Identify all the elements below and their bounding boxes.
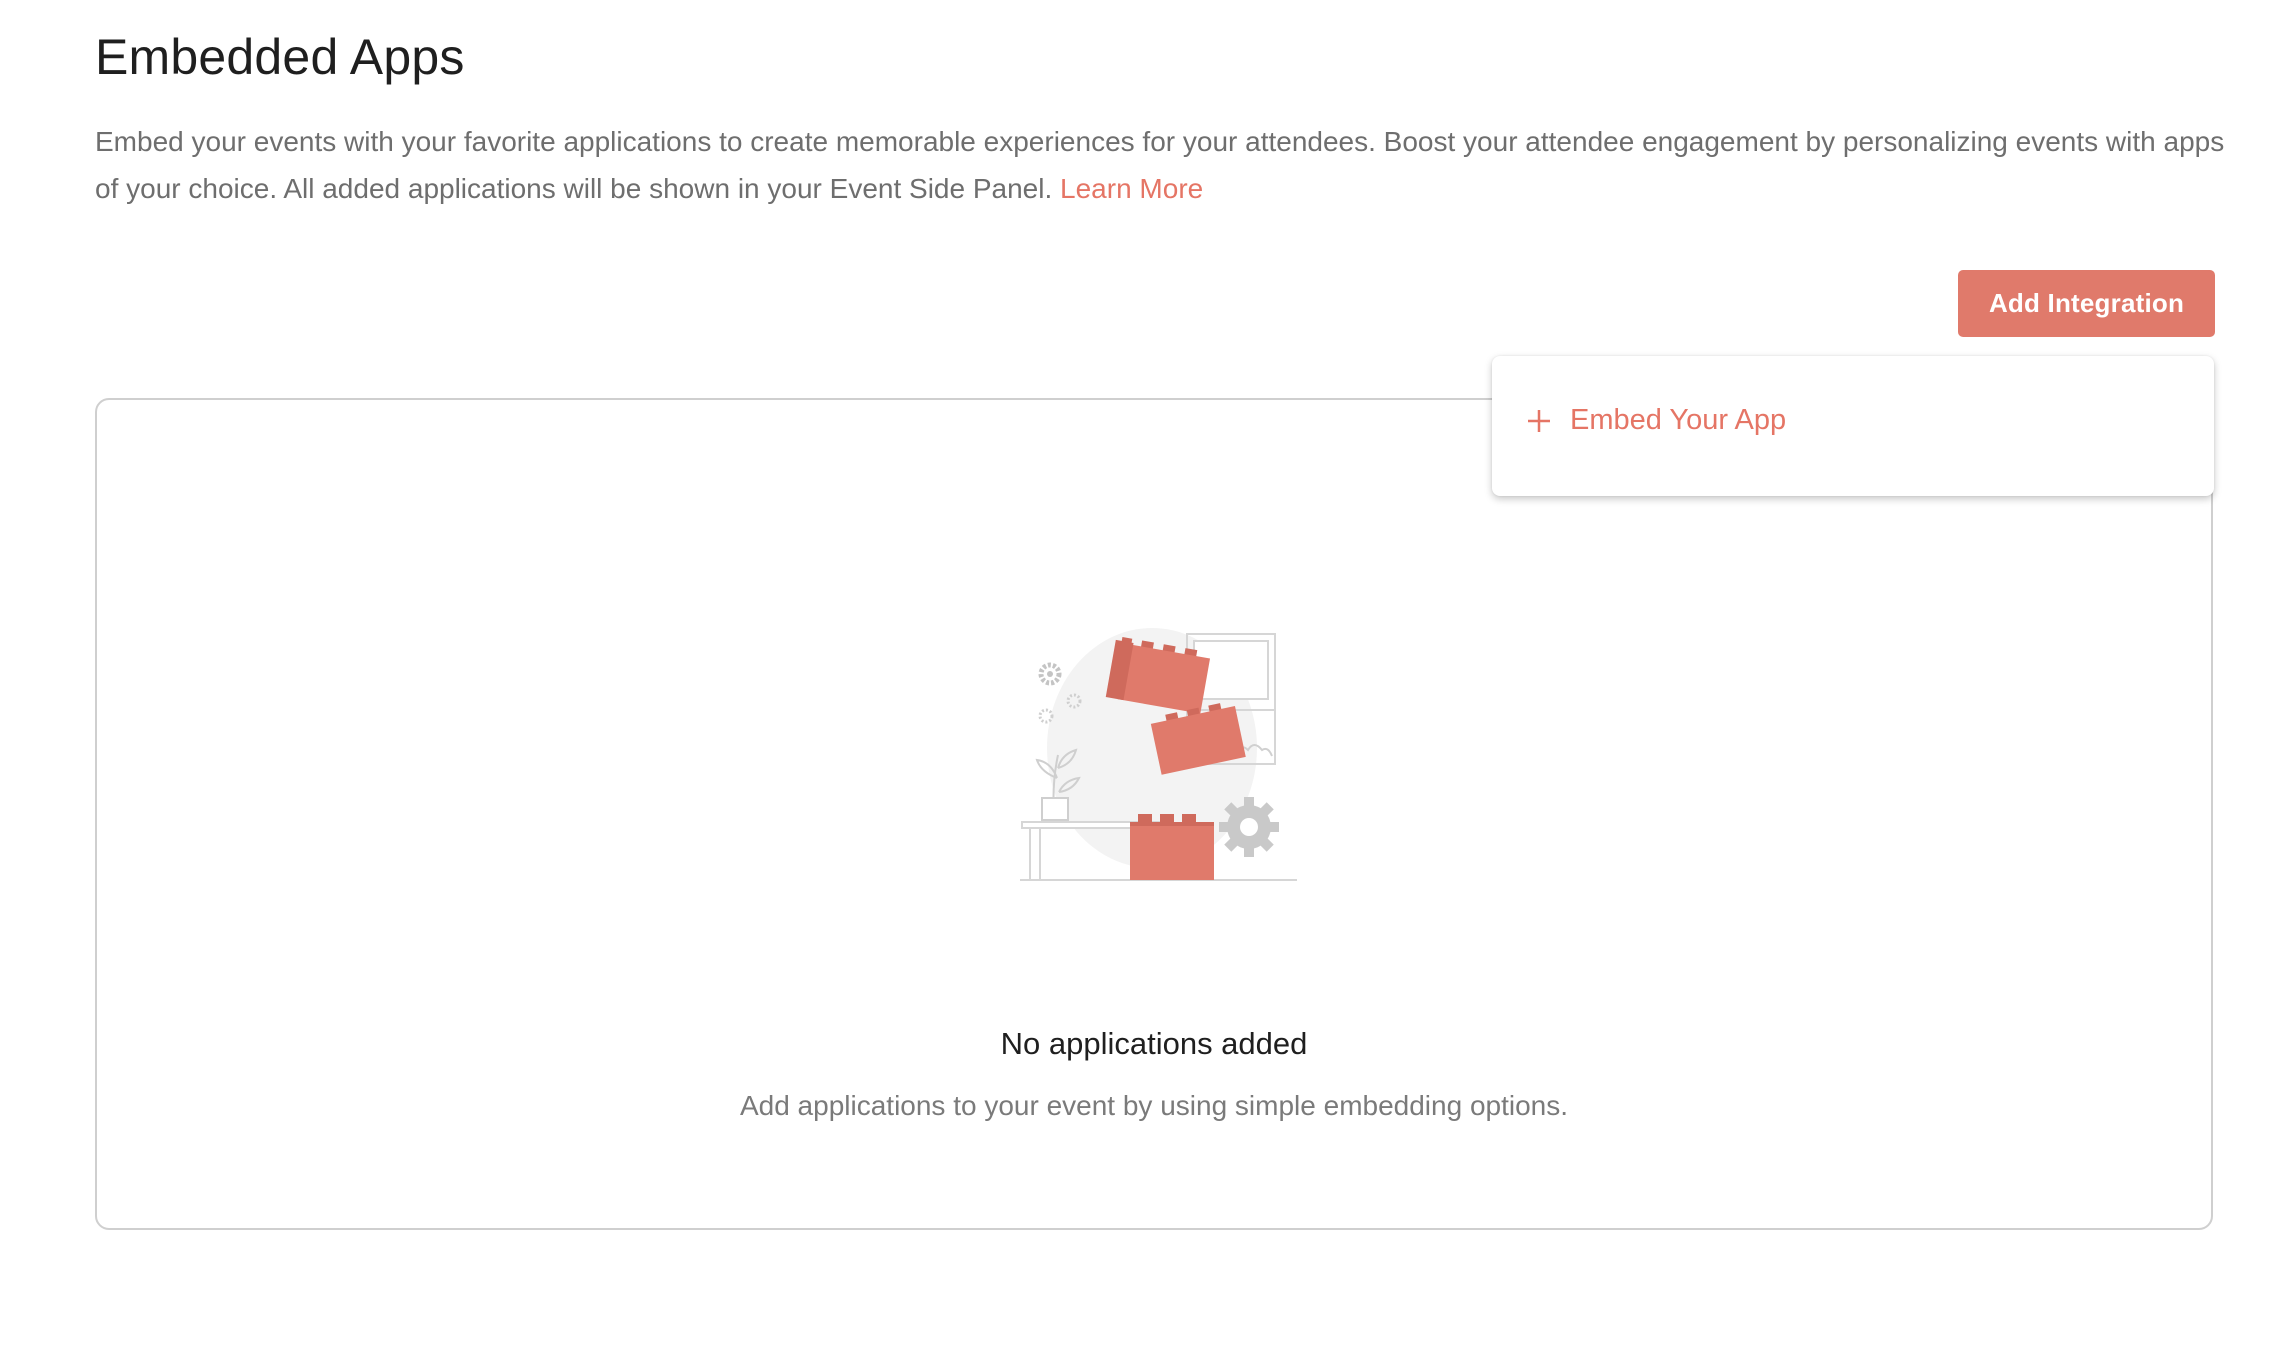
plus-icon — [1528, 409, 1550, 432]
page-title: Embedded Apps — [95, 29, 465, 85]
empty-state-title: No applications added — [1000, 1026, 1308, 1061]
add-integration-dropdown: Embed Your App — [1492, 356, 2214, 496]
page-description: Embed your events with your favorite app… — [95, 118, 2235, 212]
embedded-apps-page: Embedded Apps Embed your events with you… — [0, 0, 2284, 1352]
add-integration-button[interactable]: Add Integration — [1958, 270, 2215, 337]
blocks-illustration — [1020, 628, 1297, 881]
embed-your-app-label: Embed Your App — [1570, 404, 1787, 436]
learn-more-link[interactable]: Learn More — [1060, 173, 1203, 204]
embed-your-app-option[interactable]: Embed Your App — [1526, 404, 1786, 437]
empty-state-subtitle: Add applications to your event by using … — [739, 1090, 1569, 1121]
